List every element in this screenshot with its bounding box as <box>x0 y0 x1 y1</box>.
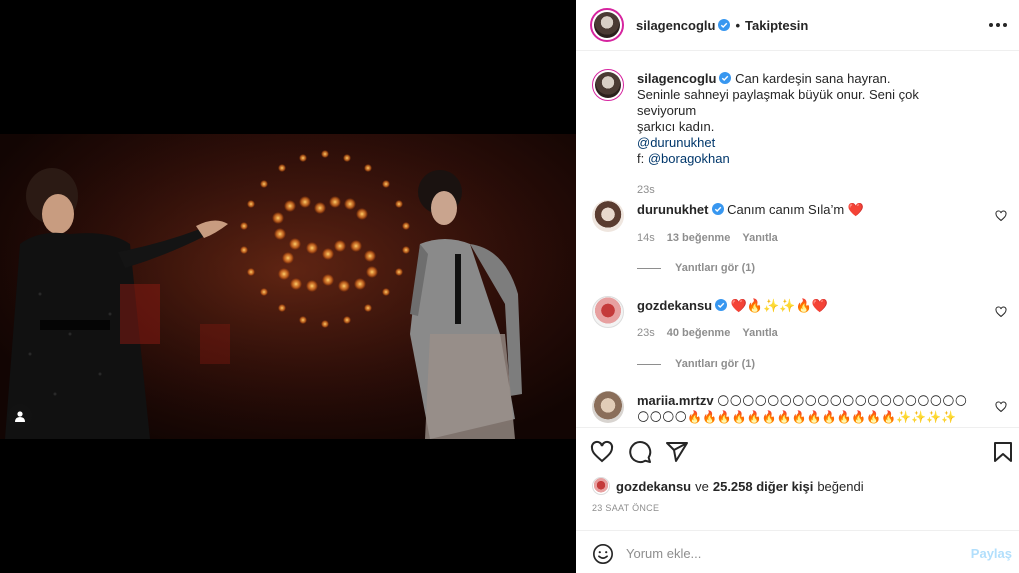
verified-badge-icon <box>715 299 728 311</box>
caption-text: silagencoglu Can kardeşin sana hayran. S… <box>637 71 979 167</box>
separator-dot: • <box>735 17 741 33</box>
follow-status-button[interactable]: Takiptesin <box>745 18 808 33</box>
comments-scroll-area[interactable]: silagencoglu Can kardeşin sana hayran. S… <box>576 52 1019 426</box>
tagged-users-button[interactable] <box>8 404 32 428</box>
caption-line-2: Seninle sahneyi paylaşmak büyük onur. Se… <box>637 87 919 118</box>
liked-by-others[interactable]: 25.258 diğer kişi <box>713 479 813 494</box>
post-header: silagencoglu • Takiptesin <box>576 0 1019 51</box>
liked-by-suffix: beğendi <box>817 478 864 494</box>
add-comment-bar: Paylaş <box>576 530 1019 573</box>
liked-by-connector: ve <box>695 478 709 494</box>
comment-text: durunukhet Canım canım Sıla’m ❤️ <box>637 202 979 218</box>
like-comment-heart-icon[interactable] <box>995 401 1007 413</box>
caption-username[interactable]: silagencoglu <box>637 71 716 86</box>
comment-bubble-icon[interactable] <box>628 440 652 464</box>
comment-text: mariia.mrtzv 🌕🌕🌕🌕🌕🌕🌕🌕🌕🌕🌕🌕🌕🌕🌕🌕🌕🌕🌕🌕🌕🌕🌕🌕🔥🔥🔥… <box>637 393 979 425</box>
author-avatar[interactable] <box>590 8 624 42</box>
verified-badge-icon <box>719 72 732 84</box>
share-paper-plane-icon[interactable] <box>665 440 689 464</box>
comment-avatar[interactable] <box>592 391 624 423</box>
comment-avatar[interactable] <box>592 200 624 232</box>
emoji-smiley-icon[interactable] <box>592 543 614 565</box>
caption-author-avatar[interactable] <box>592 69 624 101</box>
comment-body: Canım canım Sıla’m ❤️ <box>727 202 864 217</box>
caption-mention-link[interactable]: @durunukhet <box>637 135 715 150</box>
caption-line-1: Can kardeşin sana hayran. <box>735 71 891 86</box>
caption-credit-link[interactable]: @boragokhan <box>648 151 730 166</box>
comment-username[interactable]: gozdekansu <box>637 298 712 313</box>
post-details-panel: silagencoglu • Takiptesin silagencoglu C… <box>576 0 1019 573</box>
save-bookmark-icon[interactable] <box>991 440 1015 464</box>
comment-body: ❤️🔥✨✨🔥❤️ <box>730 298 828 313</box>
caption-line-3: şarkıcı kadın. <box>637 119 715 134</box>
comment-time[interactable]: 14s <box>637 232 655 244</box>
post-timestamp[interactable]: 23 SAAT ÖNCE <box>592 503 659 513</box>
concert-photo-illustration <box>0 134 576 439</box>
like-heart-icon[interactable] <box>590 440 614 464</box>
comment-time[interactable]: 23s <box>637 327 655 339</box>
view-replies-button[interactable]: Yanıtları gör (1) <box>637 262 755 274</box>
caption-meta: 23s <box>637 184 655 196</box>
post-photo[interactable] <box>0 134 576 439</box>
like-comment-heart-icon[interactable] <box>995 306 1007 318</box>
comment-reply-button[interactable]: Yanıtla <box>742 327 777 339</box>
comment-username[interactable]: durunukhet <box>637 202 709 217</box>
comment-meta: 23s 40 beğenme Yanıtla <box>637 327 778 339</box>
author-username[interactable]: silagencoglu <box>636 18 715 33</box>
comment-reply-button[interactable]: Yanıtla <box>742 232 777 244</box>
view-replies-label: Yanıtları gör (1) <box>675 358 756 370</box>
comment-likes[interactable]: 40 beğenme <box>667 327 731 339</box>
comment-avatar[interactable] <box>592 296 624 328</box>
comment-text: gozdekansu ❤️🔥✨✨🔥❤️ <box>637 298 979 314</box>
caption-time[interactable]: 23s <box>637 184 655 196</box>
liked-by-user[interactable]: gozdekansu <box>616 479 691 494</box>
post-actions-bar <box>576 427 1019 471</box>
like-comment-heart-icon[interactable] <box>995 210 1007 222</box>
view-replies-button[interactable]: Yanıtları gör (1) <box>637 358 755 370</box>
comment-item: mariia.mrtzv 🌕🌕🌕🌕🌕🌕🌕🌕🌕🌕🌕🌕🌕🌕🌕🌕🌕🌕🌕🌕🌕🌕🌕🌕🔥🔥🔥… <box>592 391 1007 426</box>
comment-username[interactable]: mariia.mrtzv <box>637 393 714 408</box>
caption-credit-prefix: f: <box>637 151 645 166</box>
caption: silagencoglu Can kardeşin sana hayran. S… <box>592 69 1007 196</box>
view-replies-label: Yanıtları gör (1) <box>675 262 756 274</box>
verified-badge-icon <box>718 19 731 31</box>
more-options-button[interactable] <box>987 16 1009 34</box>
comment-item: durunukhet Canım canım Sıla’m ❤️ 14s 13 … <box>592 200 1007 280</box>
comment-item: gozdekansu ❤️🔥✨✨🔥❤️ 23s 40 beğenme Yanıt… <box>592 296 1007 376</box>
comment-likes[interactable]: 13 beğenme <box>667 232 731 244</box>
liked-by-summary: gozdekansu ve 25.258 diğer kişi beğendi <box>592 476 864 496</box>
post-modal: silagencoglu • Takiptesin silagencoglu C… <box>0 0 1019 573</box>
liker-avatar[interactable] <box>592 477 610 495</box>
post-media[interactable] <box>0 0 576 573</box>
verified-badge-icon <box>711 203 724 215</box>
comment-input[interactable] <box>626 541 956 565</box>
comment-meta: 14s 13 beğenme Yanıtla <box>637 232 778 244</box>
user-tag-icon <box>15 411 25 422</box>
post-comment-button[interactable]: Paylaş <box>971 546 1012 561</box>
